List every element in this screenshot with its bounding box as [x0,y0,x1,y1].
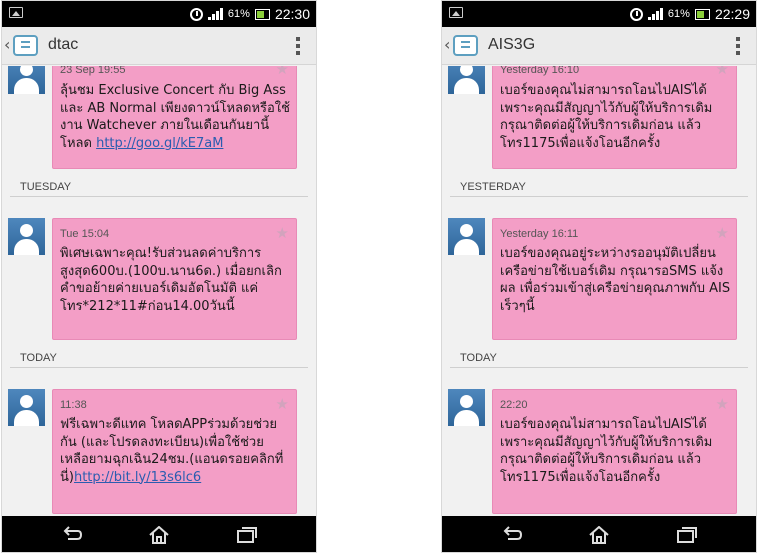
message-body: ฟรีเฉพาะดีแทค โหลดAPPร่วมด้วยช่วยกัน (แล… [60,416,292,486]
back-icon[interactable] [500,526,522,544]
action-bar: ‹ dtac [2,27,316,65]
status-bar: 61% 22:30 [2,1,316,27]
message-bubble[interactable]: 11:38 ★ ฟรีเฉพาะดีแทค โหลดAPPร่วมด้วยช่ว… [52,389,297,514]
message-time: 22:20 [500,399,528,411]
action-bar: ‹ AIS3G [442,27,756,65]
battery-icon [694,8,710,20]
battery-icon [254,8,270,20]
message-body: ลุ้นชม Exclusive Concert กับ Big Ass และ… [60,82,292,152]
contact-avatar-icon[interactable] [8,218,45,255]
message-text: เบอร์ของคุณอยู่ระหว่างรออนุมัติเปลี่ยนเค… [500,246,735,314]
message-time: 11:38 [60,399,87,411]
star-icon[interactable]: ★ [716,224,729,242]
navigation-bar [2,516,316,552]
date-separator-label: TODAY [20,352,57,364]
back-chevron-icon[interactable]: ‹ [444,35,450,54]
date-separator: TODAY [450,348,748,368]
date-separator-label: TUESDAY [20,181,72,193]
alarm-icon [629,7,643,21]
back-chevron-icon[interactable]: ‹ [4,35,10,54]
date-separator: YESTERDAY [450,177,748,197]
message-body: เบอร์ของคุณไม่สามารถโอนไปAISได้ เพราะคุณ… [500,82,732,152]
home-icon[interactable] [588,526,610,544]
message-body: พิเศษเฉพาะคุณ!รับส่วนลดค่าบริการสูงสุด60… [60,245,292,315]
message-text: เบอร์ของคุณไม่สามารถโอนไปAISได้ เพราะคุณ… [500,417,717,485]
contact-avatar-icon[interactable] [8,389,45,426]
message-time: 23 Sep 19:55 [60,66,126,76]
message-text: เบอร์ของคุณไม่สามารถโอนไปAISได้ เพราะคุณ… [500,83,717,151]
message-body: เบอร์ของคุณอยู่ระหว่างรออนุมัติเปลี่ยนเค… [500,245,732,315]
date-separator: TODAY [10,348,308,368]
star-icon[interactable]: ★ [276,66,289,78]
battery-percent: 61% [227,8,250,20]
message-link[interactable]: http://bit.ly/13s6lc6 [74,470,201,485]
messaging-app-icon[interactable] [453,35,478,56]
message-bubble[interactable]: Tue 15:04 ★ พิเศษเฉพาะคุณ!รับส่วนลดค่าบร… [52,218,297,340]
conversation-list[interactable]: Yesterday 16:10 ★ เบอร์ของคุณไม่สามารถโอ… [442,66,756,516]
message-body: เบอร์ของคุณไม่สามารถโอนไปAISได้ เพราะคุณ… [500,416,732,486]
star-icon[interactable]: ★ [276,395,289,413]
back-icon[interactable] [60,526,82,544]
signal-icon [647,8,663,20]
overflow-menu-icon[interactable] [296,37,300,55]
message-time: Tue 15:04 [60,228,110,240]
contact-avatar-icon[interactable] [448,389,485,426]
message-link[interactable]: http://goo.gl/kE7aM [96,136,223,151]
signal-icon [207,8,223,20]
contact-avatar-icon[interactable] [448,66,485,94]
clock: 22:30 [274,6,310,22]
date-separator: TUESDAY [10,177,308,197]
message-bubble[interactable]: Yesterday 16:11 ★ เบอร์ของคุณอยู่ระหว่าง… [492,218,737,340]
star-icon[interactable]: ★ [716,395,729,413]
picture-notification-icon [9,7,23,18]
message-bubble[interactable]: 22:20 ★ เบอร์ของคุณไม่สามารถโอนไปAISได้ … [492,389,737,514]
conversation-title: dtac [48,36,79,53]
conversation-title: AIS3G [488,36,536,53]
alarm-icon [189,7,203,21]
phone-screen-dtac: 61% 22:30 ‹ dtac 23 Sep 19:55 ★ ลุ้นชม E… [1,0,317,553]
messaging-app-icon[interactable] [13,35,38,56]
star-icon[interactable]: ★ [276,224,289,242]
status-bar: 61% 22:29 [442,1,756,27]
message-time: Yesterday 16:10 [500,66,580,76]
recent-apps-icon[interactable] [236,526,258,544]
date-separator-label: TODAY [460,352,497,364]
recent-apps-icon[interactable] [676,526,698,544]
contact-avatar-icon[interactable] [8,66,45,94]
home-icon[interactable] [148,526,170,544]
clock: 22:29 [714,6,750,22]
navigation-bar [442,516,756,552]
star-icon[interactable]: ★ [716,66,729,78]
message-text: พิเศษเฉพาะคุณ!รับส่วนลดค่าบริการสูงสุด60… [60,246,282,314]
phone-screen-ais3g: 61% 22:29 ‹ AIS3G Yesterday 16:10 ★ เบอร… [441,0,757,553]
overflow-menu-icon[interactable] [736,37,740,55]
battery-percent: 61% [667,8,690,20]
contact-avatar-icon[interactable] [448,218,485,255]
date-separator-label: YESTERDAY [460,181,526,193]
message-bubble[interactable]: Yesterday 16:10 ★ เบอร์ของคุณไม่สามารถโอ… [492,66,737,169]
conversation-list[interactable]: 23 Sep 19:55 ★ ลุ้นชม Exclusive Concert … [2,66,316,516]
message-bubble[interactable]: 23 Sep 19:55 ★ ลุ้นชม Exclusive Concert … [52,66,297,169]
picture-notification-icon [449,7,463,18]
message-time: Yesterday 16:11 [500,228,579,240]
